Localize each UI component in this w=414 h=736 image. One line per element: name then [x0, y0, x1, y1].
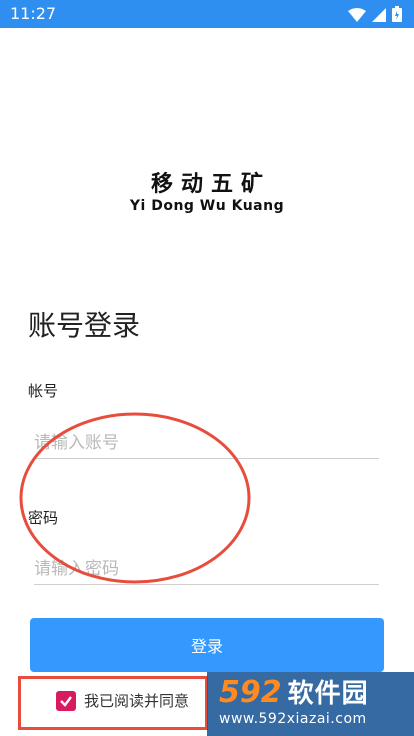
agreement-row[interactable]: 我已阅读并同意: [56, 690, 189, 711]
app-logo-name-cn: 移动五矿: [150, 172, 271, 197]
agreement-text: 我已阅读并同意: [84, 692, 190, 710]
watermark-number: 592: [219, 675, 282, 710]
signal-icon: [372, 7, 386, 26]
status-bar: 11:27: [0, 0, 414, 28]
watermark-logo: 592 软件园 www.592xiazai.com: [207, 672, 414, 736]
watermark-name: 软件园: [287, 679, 369, 709]
password-input[interactable]: [34, 554, 379, 585]
login-button[interactable]: 登录: [30, 618, 384, 672]
status-icons: [348, 6, 402, 26]
account-label: 帐号: [28, 382, 59, 400]
password-label: 密码: [28, 509, 59, 527]
page-title: 账号登录: [28, 309, 141, 342]
account-input[interactable]: [34, 428, 379, 459]
battery-icon: [392, 6, 402, 26]
wifi-icon: [348, 7, 366, 26]
agreement-checkbox[interactable]: [56, 690, 76, 711]
app-logo-name-en: Yi Dong Wu Kuang: [129, 198, 285, 214]
check-icon: [60, 695, 72, 707]
watermark-url: www.592xiazai.com: [219, 711, 367, 727]
status-time: 11:27: [10, 4, 57, 23]
